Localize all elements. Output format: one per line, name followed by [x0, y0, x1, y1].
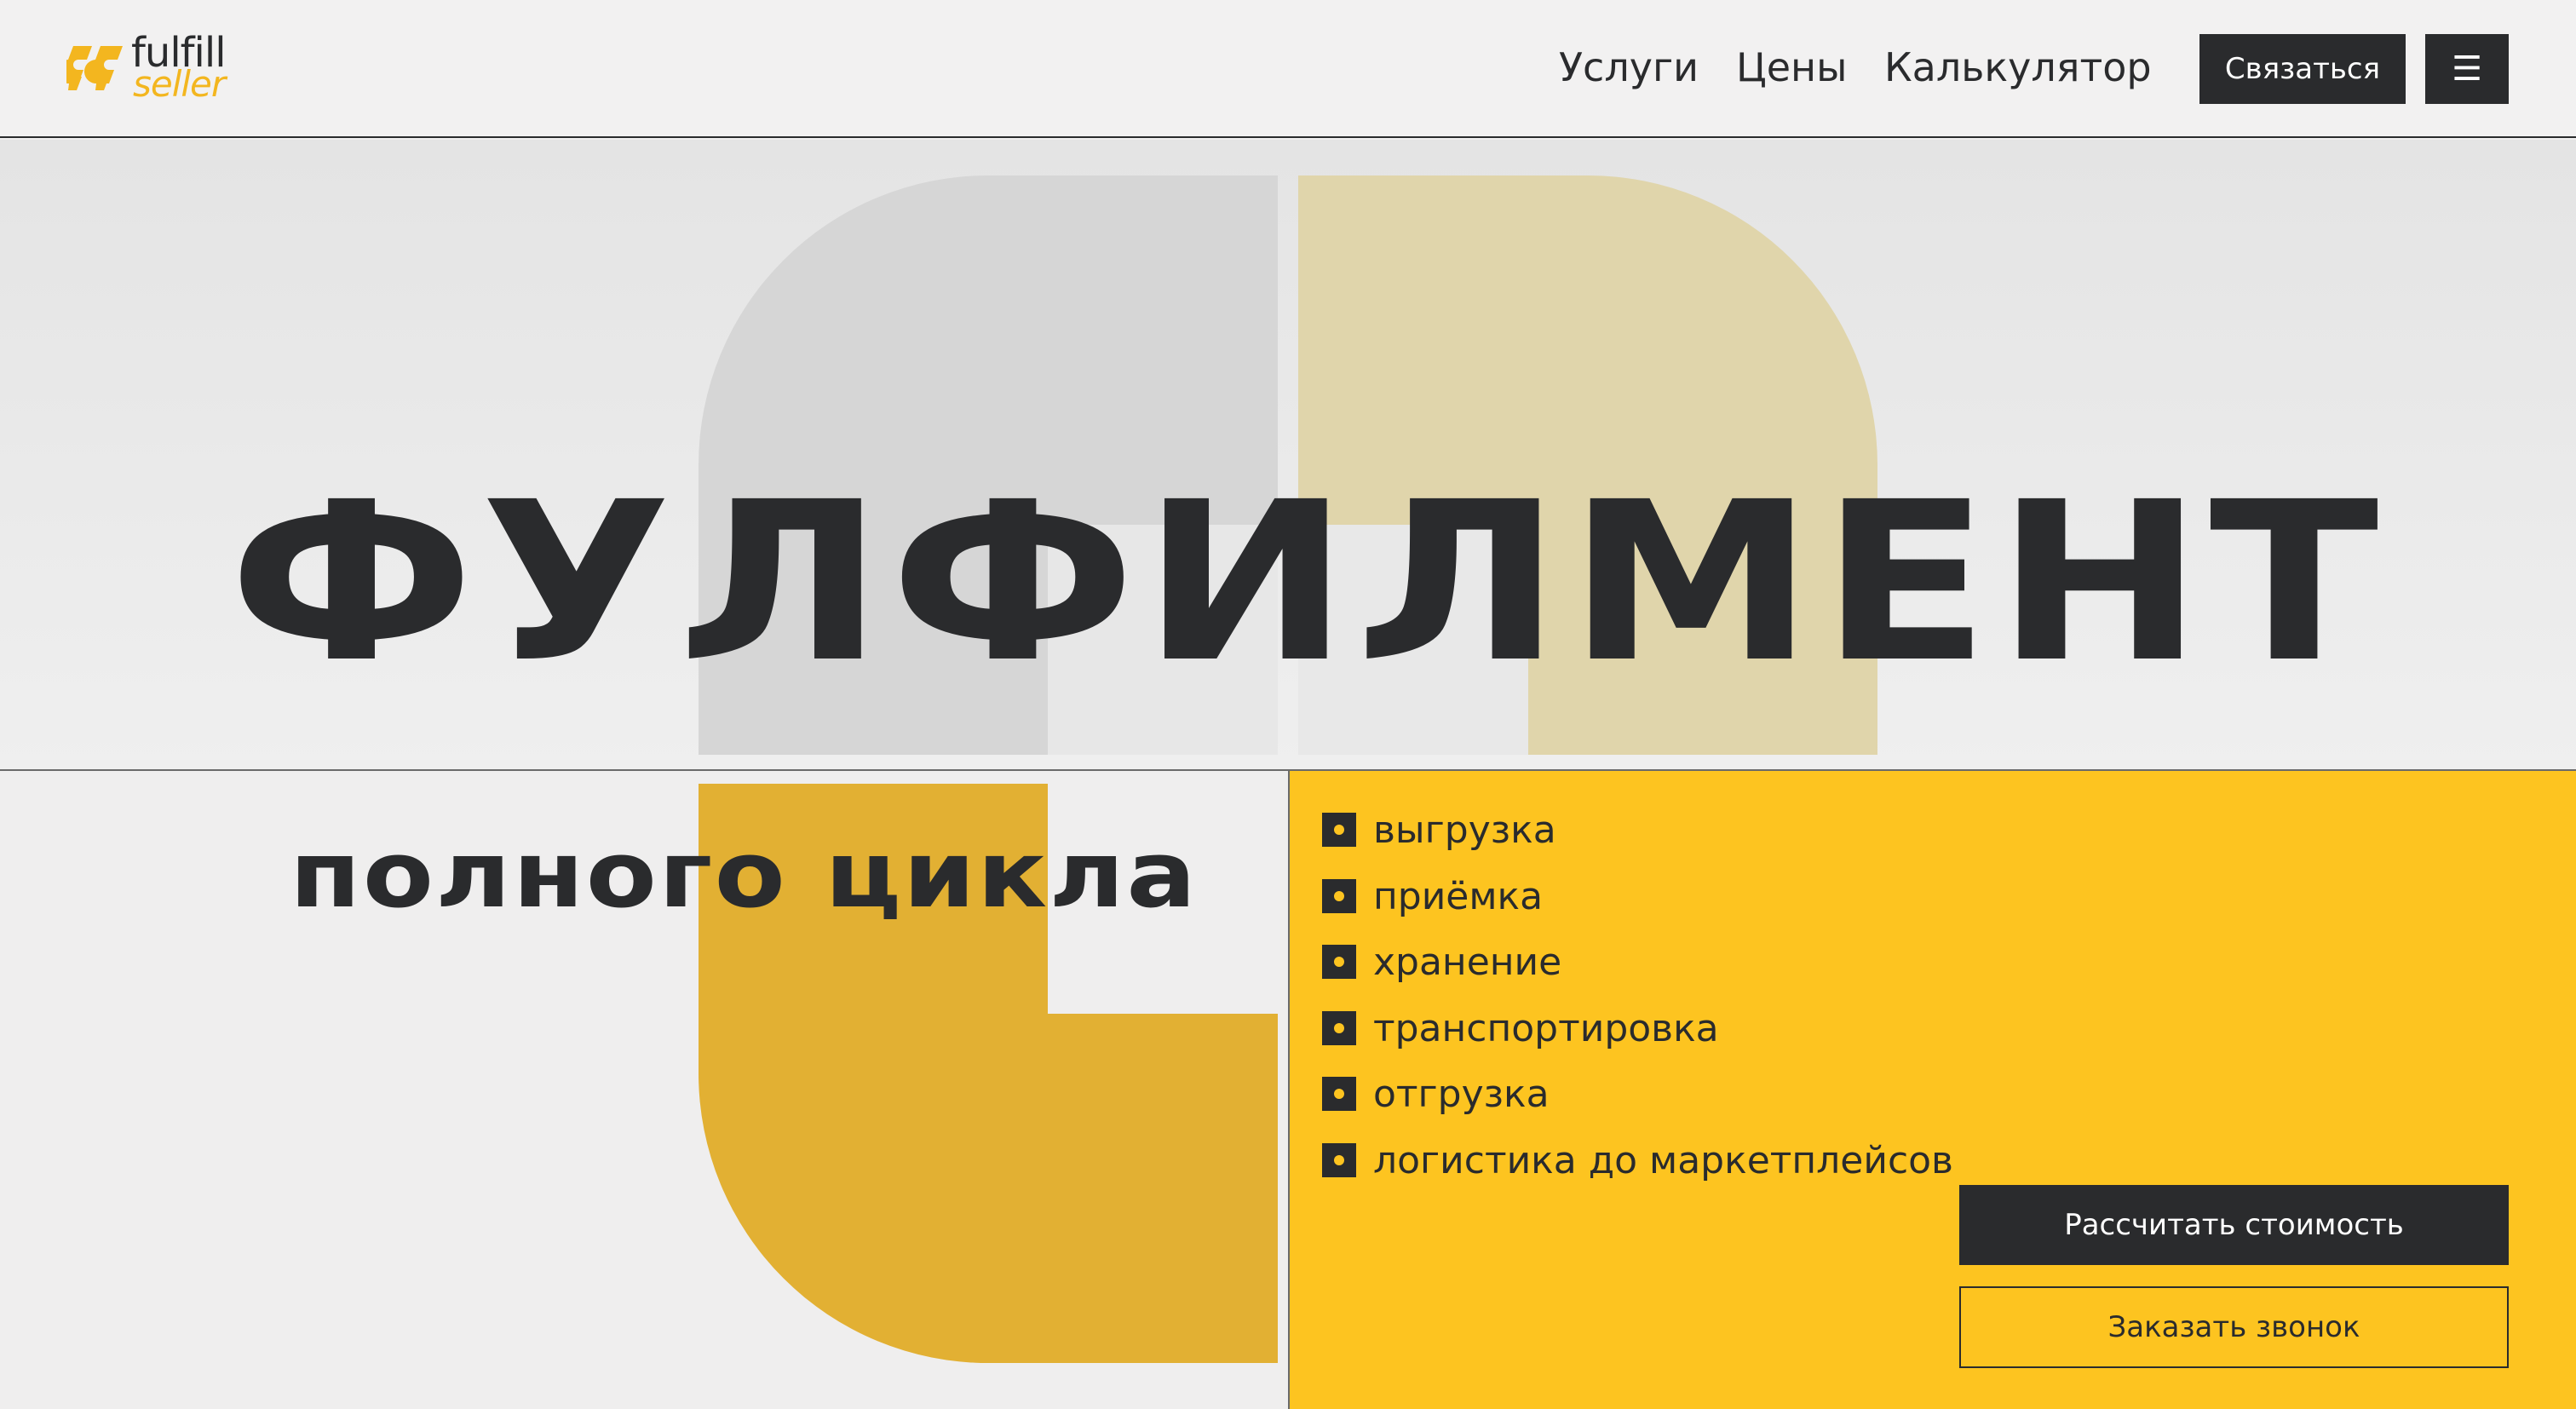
request-call-button[interactable]: Заказать звонок	[1959, 1286, 2509, 1368]
service-item-unloading: выгрузка	[1322, 804, 1556, 855]
nav-link-prices[interactable]: Цены	[1736, 44, 1847, 90]
bullet-icon	[1322, 879, 1356, 913]
logo-text-secondary: seller	[133, 63, 226, 105]
service-item-shipment: отгрузка	[1322, 1068, 1550, 1119]
logo-mark-icon	[66, 46, 123, 90]
menu-button[interactable]: ☰	[2425, 34, 2509, 104]
hero-subtitle: полного цикла	[290, 822, 1199, 929]
service-label: транспортировка	[1373, 1006, 1719, 1050]
service-item-logistics: логистика до маркетплейсов	[1322, 1135, 1953, 1186]
nav-link-services[interactable]: Услуги	[1559, 44, 1699, 90]
service-item-acceptance: приёмка	[1322, 871, 1543, 922]
service-item-storage: хранение	[1322, 936, 1561, 987]
service-label: хранение	[1373, 940, 1562, 984]
service-label: отгрузка	[1373, 1072, 1550, 1116]
hero-title: ФУЛФИЛМЕНТ	[228, 455, 2385, 710]
service-label: приёмка	[1373, 874, 1544, 918]
nav-link-calculator[interactable]: Калькулятор	[1884, 44, 2152, 90]
logo[interactable]: fulfill seller	[66, 29, 254, 105]
bullet-icon	[1322, 1011, 1356, 1045]
bullet-icon	[1322, 1077, 1356, 1111]
site-header: fulfill seller Услуги Цены Калькулятор С…	[0, 0, 2576, 138]
calculate-cost-button[interactable]: Рассчитать стоимость	[1959, 1185, 2509, 1265]
hamburger-icon: ☰	[2452, 49, 2482, 89]
vertical-divider	[1288, 770, 1290, 1409]
bullet-icon	[1322, 945, 1356, 979]
service-label: логистика до маркетплейсов	[1373, 1138, 1953, 1182]
service-label: выгрузка	[1373, 808, 1556, 852]
service-item-transport: транспортировка	[1322, 1003, 1719, 1054]
contact-button[interactable]: Связаться	[2199, 34, 2406, 104]
bullet-icon	[1322, 813, 1356, 847]
bullet-icon	[1322, 1143, 1356, 1177]
